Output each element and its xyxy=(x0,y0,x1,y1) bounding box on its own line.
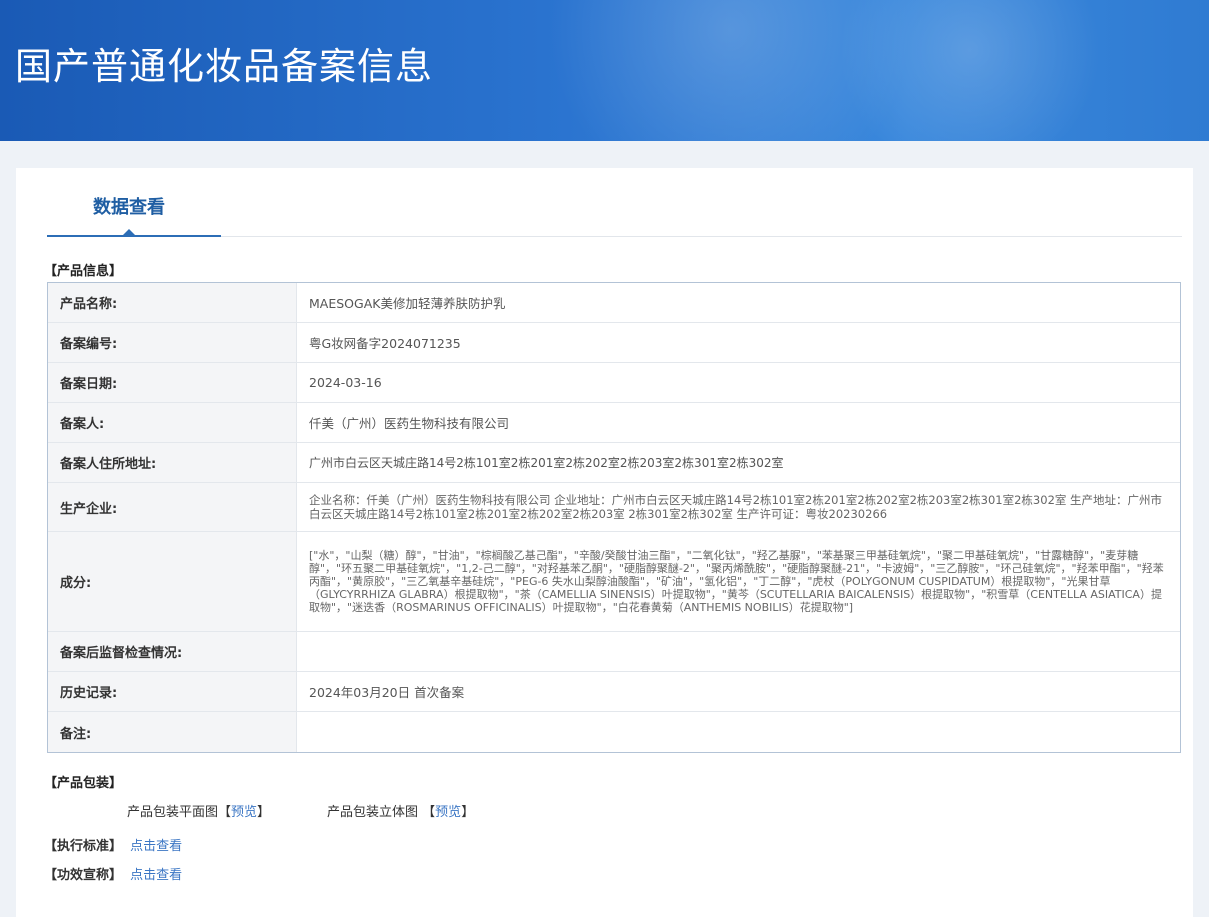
section-packaging: 【产品包装】 xyxy=(44,776,123,791)
tab-caret-icon xyxy=(123,229,135,235)
row-label: 生产企业: xyxy=(48,483,297,531)
row-label: 成分: xyxy=(48,532,297,631)
row-label: 备案编号: xyxy=(48,323,297,362)
page-title: 国产普通化妆品备案信息 xyxy=(15,45,433,88)
record-date-value: 2024-03-16 xyxy=(309,375,382,390)
packaging-stereo-item: 产品包装立体图 【预览】 xyxy=(327,804,474,822)
tab-active-indicator xyxy=(47,235,221,237)
packaging-flat-item: 产品包装平面图【预览】 xyxy=(127,804,270,822)
table-row: 备案人: 仟美（广州）医药生物科技有限公司 xyxy=(48,403,1180,443)
registrant-address-value: 广州市白云区天城庄路14号2栋101室2栋201室2栋202室2栋203室2栋3… xyxy=(309,456,784,470)
ingredients-value: ["水"，"山梨（糖）醇"，"甘油"，"棕榈酸乙基己酯"，"辛酸/癸酸甘油三酯"… xyxy=(309,549,1164,614)
supervision-value xyxy=(297,632,1180,671)
section-standard: 【执行标准】 xyxy=(44,839,123,854)
table-row: 备案人住所地址: 广州市白云区天城庄路14号2栋101室2栋201室2栋202室… xyxy=(48,443,1180,483)
table-row: 备案日期: 2024-03-16 xyxy=(48,363,1180,403)
manufacturer-value: 企业名称：仟美（广州）医药生物科技有限公司 企业地址：广州市白云区天城庄路14号… xyxy=(309,493,1163,521)
table-row: 备注: xyxy=(48,712,1180,752)
bracket-open: 【 xyxy=(218,805,232,820)
bracket-open: 【 xyxy=(422,805,436,820)
bracket-close: 】 xyxy=(461,805,475,820)
section-product-info: 【产品信息】 xyxy=(44,264,123,279)
content-card: 数据查看 【产品信息】 产品名称: MAESOGAK美修加轻薄养肤防护乳 备案编… xyxy=(16,168,1193,917)
row-label: 产品名称: xyxy=(48,283,297,322)
product-name-value: MAESOGAK美修加轻薄养肤防护乳 xyxy=(309,296,506,311)
table-row: 备案后监督检查情况: xyxy=(48,632,1180,672)
packaging-stereo-label: 产品包装立体图 xyxy=(327,805,419,820)
table-row: 历史记录: 2024年03月20日 首次备案 xyxy=(48,672,1180,712)
row-label: 备案人住所地址: xyxy=(48,443,297,482)
packaging-flat-preview-link[interactable]: 预览 xyxy=(231,805,257,820)
standard-item: 【执行标准】 点击查看 xyxy=(44,838,182,856)
history-value: 2024年03月20日 首次备案 xyxy=(309,685,465,700)
registrant-value: 仟美（广州）医药生物科技有限公司 xyxy=(309,416,510,431)
row-label: 备注: xyxy=(48,712,297,752)
row-label: 备案人: xyxy=(48,403,297,442)
bracket-close: 】 xyxy=(257,805,271,820)
efficacy-view-link[interactable]: 点击查看 xyxy=(130,868,182,883)
table-row: 成分: ["水"，"山梨（糖）醇"，"甘油"，"棕榈酸乙基己酯"，"辛酸/癸酸甘… xyxy=(48,532,1180,632)
table-row: 生产企业: 企业名称：仟美（广州）医药生物科技有限公司 企业地址：广州市白云区天… xyxy=(48,483,1180,532)
header-banner: 国产普通化妆品备案信息 xyxy=(0,0,1209,141)
row-label: 备案日期: xyxy=(48,363,297,402)
row-label: 历史记录: xyxy=(48,672,297,711)
table-row: 备案编号: 粤G妆网备字2024071235 xyxy=(48,323,1180,363)
standard-view-link[interactable]: 点击查看 xyxy=(130,839,182,854)
efficacy-item: 【功效宣称】 点击查看 xyxy=(44,867,182,885)
section-efficacy: 【功效宣称】 xyxy=(44,868,123,883)
row-label: 备案后监督检查情况: xyxy=(48,632,297,671)
product-info-table: 产品名称: MAESOGAK美修加轻薄养肤防护乳 备案编号: 粤G妆网备字202… xyxy=(47,282,1181,753)
remarks-value xyxy=(297,712,1180,752)
packaging-flat-label: 产品包装平面图 xyxy=(127,805,219,820)
tab-data-view[interactable]: 数据查看 xyxy=(93,195,165,221)
packaging-stereo-preview-link[interactable]: 预览 xyxy=(435,805,461,820)
record-number-value: 粤G妆网备字2024071235 xyxy=(309,336,461,351)
table-row: 产品名称: MAESOGAK美修加轻薄养肤防护乳 xyxy=(48,283,1180,323)
